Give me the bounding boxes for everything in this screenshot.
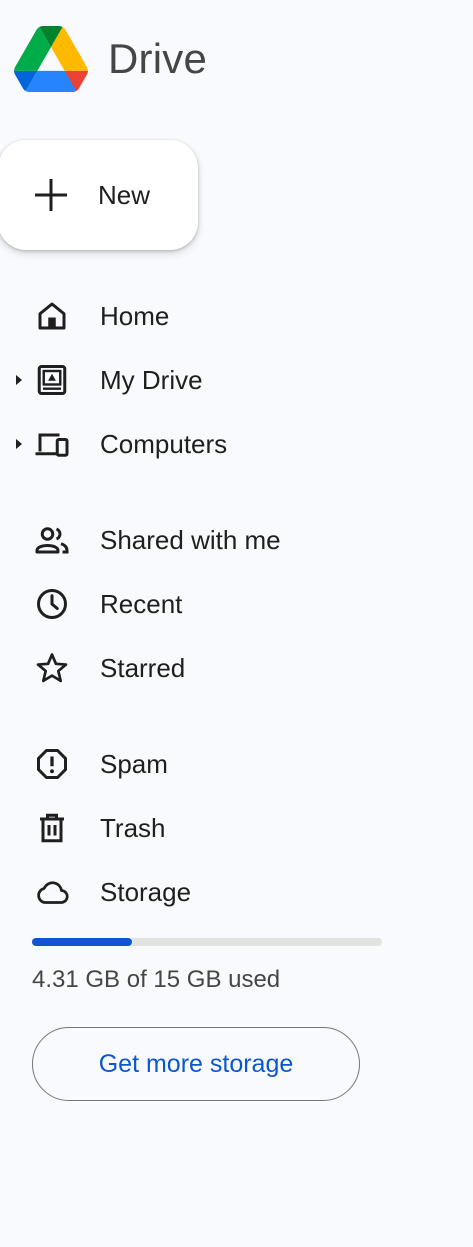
get-more-storage-button[interactable]: Get more storage bbox=[32, 1027, 360, 1101]
sidebar-item-recent[interactable]: Recent bbox=[0, 572, 420, 636]
sidebar-item-label: Home bbox=[100, 300, 170, 331]
sidebar-item-computers[interactable]: Computers bbox=[0, 412, 420, 476]
sidebar-item-label: Shared with me bbox=[100, 524, 281, 555]
sidebar-item-label: Computers bbox=[100, 428, 228, 459]
star-icon bbox=[32, 648, 72, 688]
sidebar-item-spam[interactable]: Spam bbox=[0, 732, 420, 796]
expand-caret-icon[interactable] bbox=[15, 374, 23, 386]
cloud-icon bbox=[32, 872, 72, 912]
sidebar-item-shared-with-me[interactable]: Shared with me bbox=[0, 508, 420, 572]
app-header: Drive bbox=[14, 24, 207, 94]
home-icon bbox=[32, 296, 72, 336]
expand-caret-icon[interactable] bbox=[15, 438, 23, 450]
new-button-label: New bbox=[98, 179, 151, 210]
sidebar-item-storage[interactable]: Storage bbox=[0, 860, 420, 924]
sidebar-item-label: Starred bbox=[100, 652, 186, 683]
new-button[interactable]: New bbox=[0, 140, 198, 250]
clock-icon bbox=[32, 584, 72, 624]
sidebar-item-label: Storage bbox=[100, 876, 192, 907]
get-more-storage-label: Get more storage bbox=[98, 1049, 294, 1078]
sidebar-item-label: My Drive bbox=[100, 364, 203, 395]
plus-icon bbox=[35, 179, 67, 211]
sidebar-item-starred[interactable]: Starred bbox=[0, 636, 420, 700]
storage-usage-bar bbox=[32, 938, 382, 946]
drive-logo-icon[interactable] bbox=[14, 26, 88, 92]
trash-icon bbox=[32, 808, 72, 848]
shared-icon bbox=[32, 520, 72, 560]
sidebar-item-label: Trash bbox=[100, 812, 166, 843]
storage-usage-fill bbox=[32, 938, 133, 946]
storage-usage-text: 4.31 GB of 15 GB used bbox=[32, 966, 281, 993]
sidebar-item-label: Recent bbox=[100, 588, 183, 619]
sidebar-item-label: Spam bbox=[100, 748, 168, 779]
app-title[interactable]: Drive bbox=[108, 35, 207, 83]
my-drive-icon bbox=[32, 360, 72, 400]
computers-icon bbox=[32, 424, 72, 464]
sidebar-item-home[interactable]: Home bbox=[0, 284, 420, 348]
sidebar-item-trash[interactable]: Trash bbox=[0, 796, 420, 860]
spam-icon bbox=[32, 744, 72, 784]
sidebar-item-my-drive[interactable]: My Drive bbox=[0, 348, 420, 412]
